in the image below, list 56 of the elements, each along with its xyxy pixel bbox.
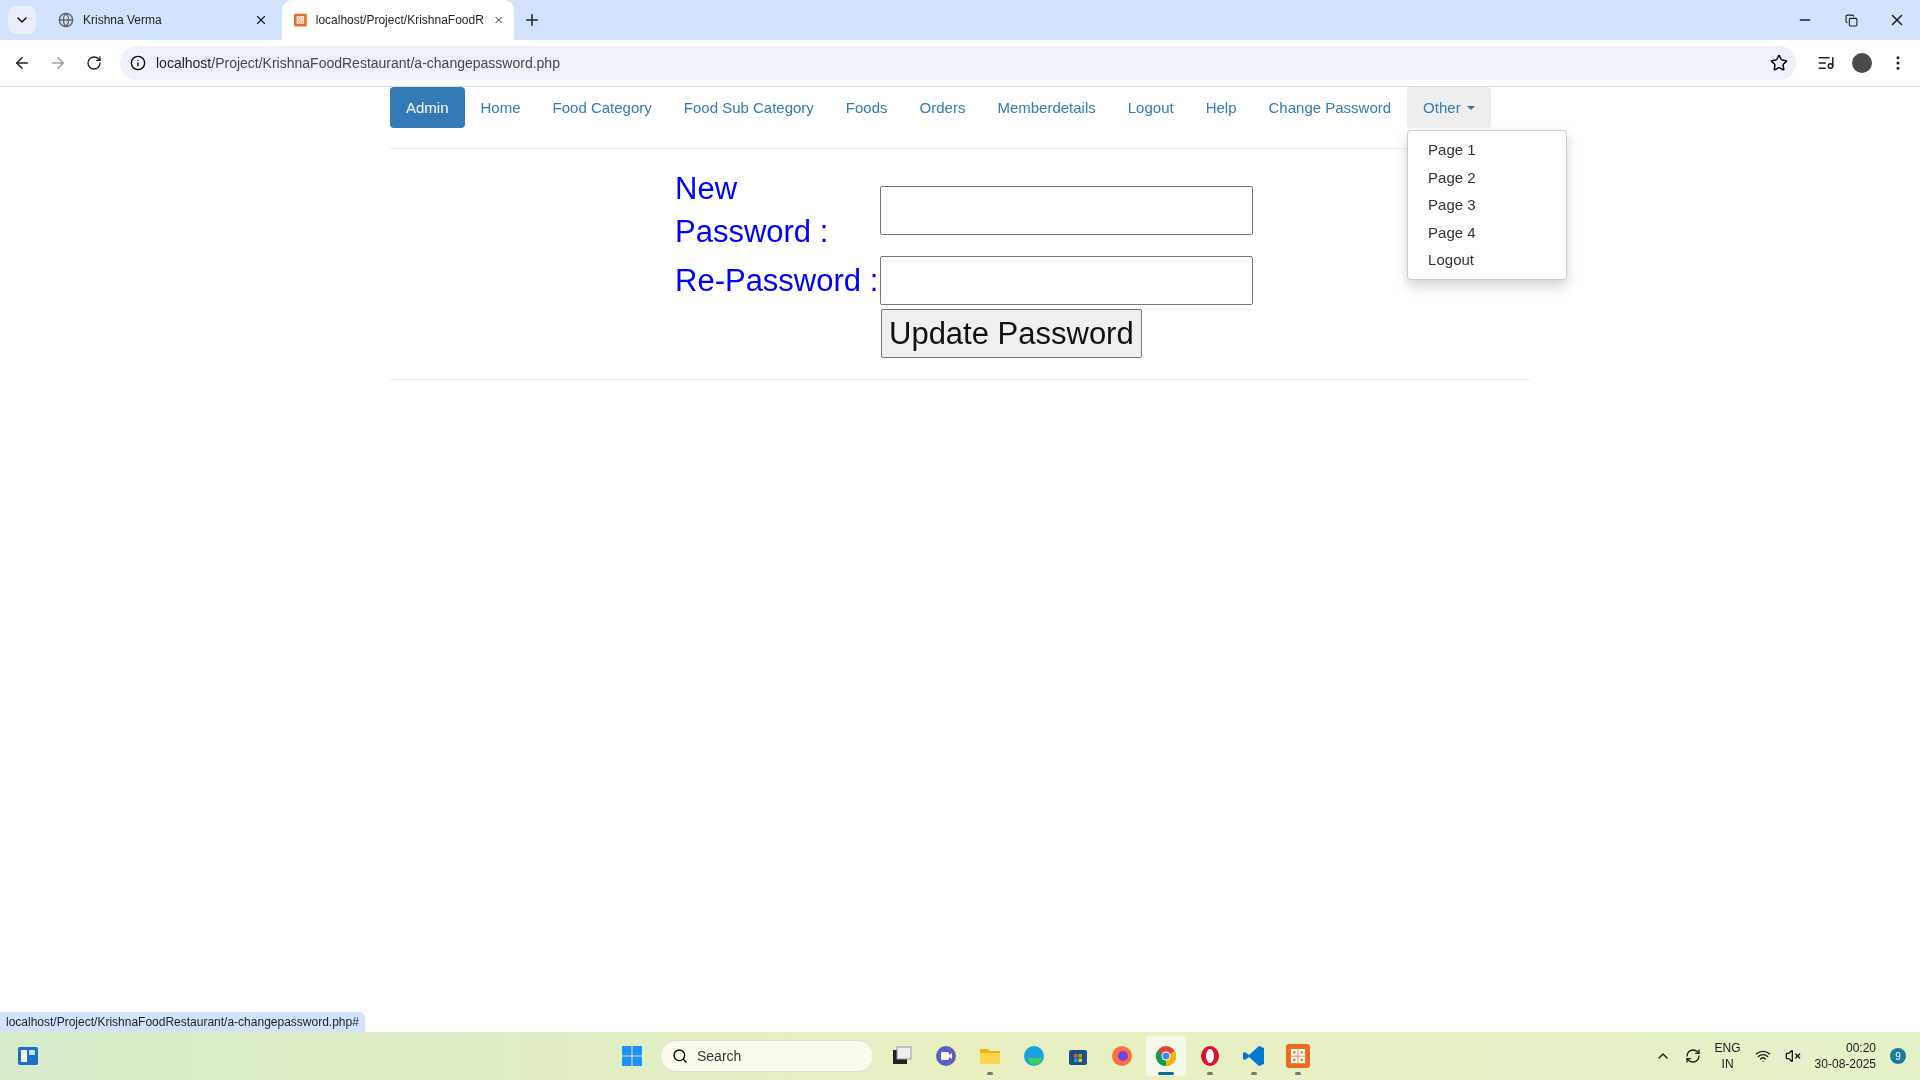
password-field[interactable]: [880, 185, 1253, 235]
dropdown-item[interactable]: Page 3: [1408, 191, 1567, 219]
taskbar-search-field[interactable]: Search: [660, 1040, 874, 1072]
nav-link[interactable]: Food Category: [536, 87, 668, 128]
field-label: Re-Password :: [675, 262, 880, 300]
update-password-button[interactable]: Update Password: [881, 309, 1142, 358]
close-tab-icon[interactable]: [254, 13, 268, 27]
nav-link[interactable]: Home: [464, 87, 537, 128]
code-editor-icon[interactable]: [1242, 1044, 1266, 1068]
browser-icon[interactable]: [1198, 1044, 1222, 1068]
restore-icon[interactable]: [1844, 13, 1858, 27]
clock[interactable]: 00:20 30-08-2025: [1814, 1040, 1876, 1072]
dropdown-item[interactable]: Page 4: [1408, 218, 1567, 246]
reload-icon[interactable]: [86, 55, 102, 71]
nav-link[interactable]: Food Sub Category: [667, 87, 830, 128]
forward-icon[interactable]: [49, 54, 67, 72]
nav-link[interactable]: Foods: [829, 87, 904, 128]
search-icon: [672, 1048, 688, 1064]
status-url: localhost/Project/KrishnaFoodRestaurant/a-changepassword.php#: [0, 1012, 365, 1032]
browser-icon[interactable]: [1110, 1044, 1134, 1068]
nav-link[interactable]: Change Password: [1252, 87, 1408, 128]
dropdown-item[interactable]: Page 2: [1408, 163, 1567, 191]
language-indicator[interactable]: ENG IN: [1714, 1040, 1741, 1072]
dropdown-toggle[interactable]: Other: [1407, 87, 1491, 128]
tab-title: localhost/Project/KrishnaFoodR: [315, 13, 484, 27]
nav-link[interactable]: Logout: [1111, 87, 1190, 128]
caret-icon: [1466, 105, 1475, 110]
nav-link[interactable]: Admin: [390, 87, 465, 128]
browser-icon[interactable]: [1154, 1044, 1178, 1068]
address-bar[interactable]: localhost/Project/KrishnaFoodRestaurant/a-changepassword.php: [120, 46, 1796, 80]
wifi-icon[interactable]: [1754, 1048, 1771, 1064]
nav-link[interactable]: Help: [1189, 87, 1253, 128]
browser-tab[interactable]: localhost/Project/KrishnaFoodR: [282, 0, 514, 40]
dropdown-item[interactable]: Logout: [1408, 246, 1567, 274]
globe-icon: [58, 12, 74, 28]
tab-title: Krishna Verma: [83, 13, 163, 27]
new-tab-icon[interactable]: [523, 11, 541, 29]
start-icon[interactable]: [620, 1044, 644, 1068]
password-field[interactable]: [880, 256, 1253, 305]
app-logo-icon: [294, 12, 307, 28]
mute-icon[interactable]: [1784, 1048, 1801, 1064]
nav-link[interactable]: Orders: [903, 87, 982, 128]
field-label: New Password :: [675, 170, 830, 251]
widgets-icon[interactable]: [16, 1044, 40, 1068]
profile-avatar[interactable]: [1852, 53, 1872, 73]
dropdown-item[interactable]: Page 1: [1408, 136, 1567, 164]
bookmark-star-icon[interactable]: [1770, 54, 1788, 72]
back-icon[interactable]: [13, 54, 31, 72]
notification-badge[interactable]: 9: [1890, 1048, 1906, 1064]
site-info-icon[interactable]: [130, 55, 146, 71]
browser-tab[interactable]: Krishna Verma: [46, 0, 278, 40]
nav-link[interactable]: Memberdetails: [981, 87, 1112, 128]
media-control-icon[interactable]: [1817, 54, 1835, 72]
video-chat-icon[interactable]: [934, 1044, 958, 1068]
app-logo-icon[interactable]: [1286, 1044, 1310, 1068]
sync-icon[interactable]: [1684, 1048, 1701, 1064]
